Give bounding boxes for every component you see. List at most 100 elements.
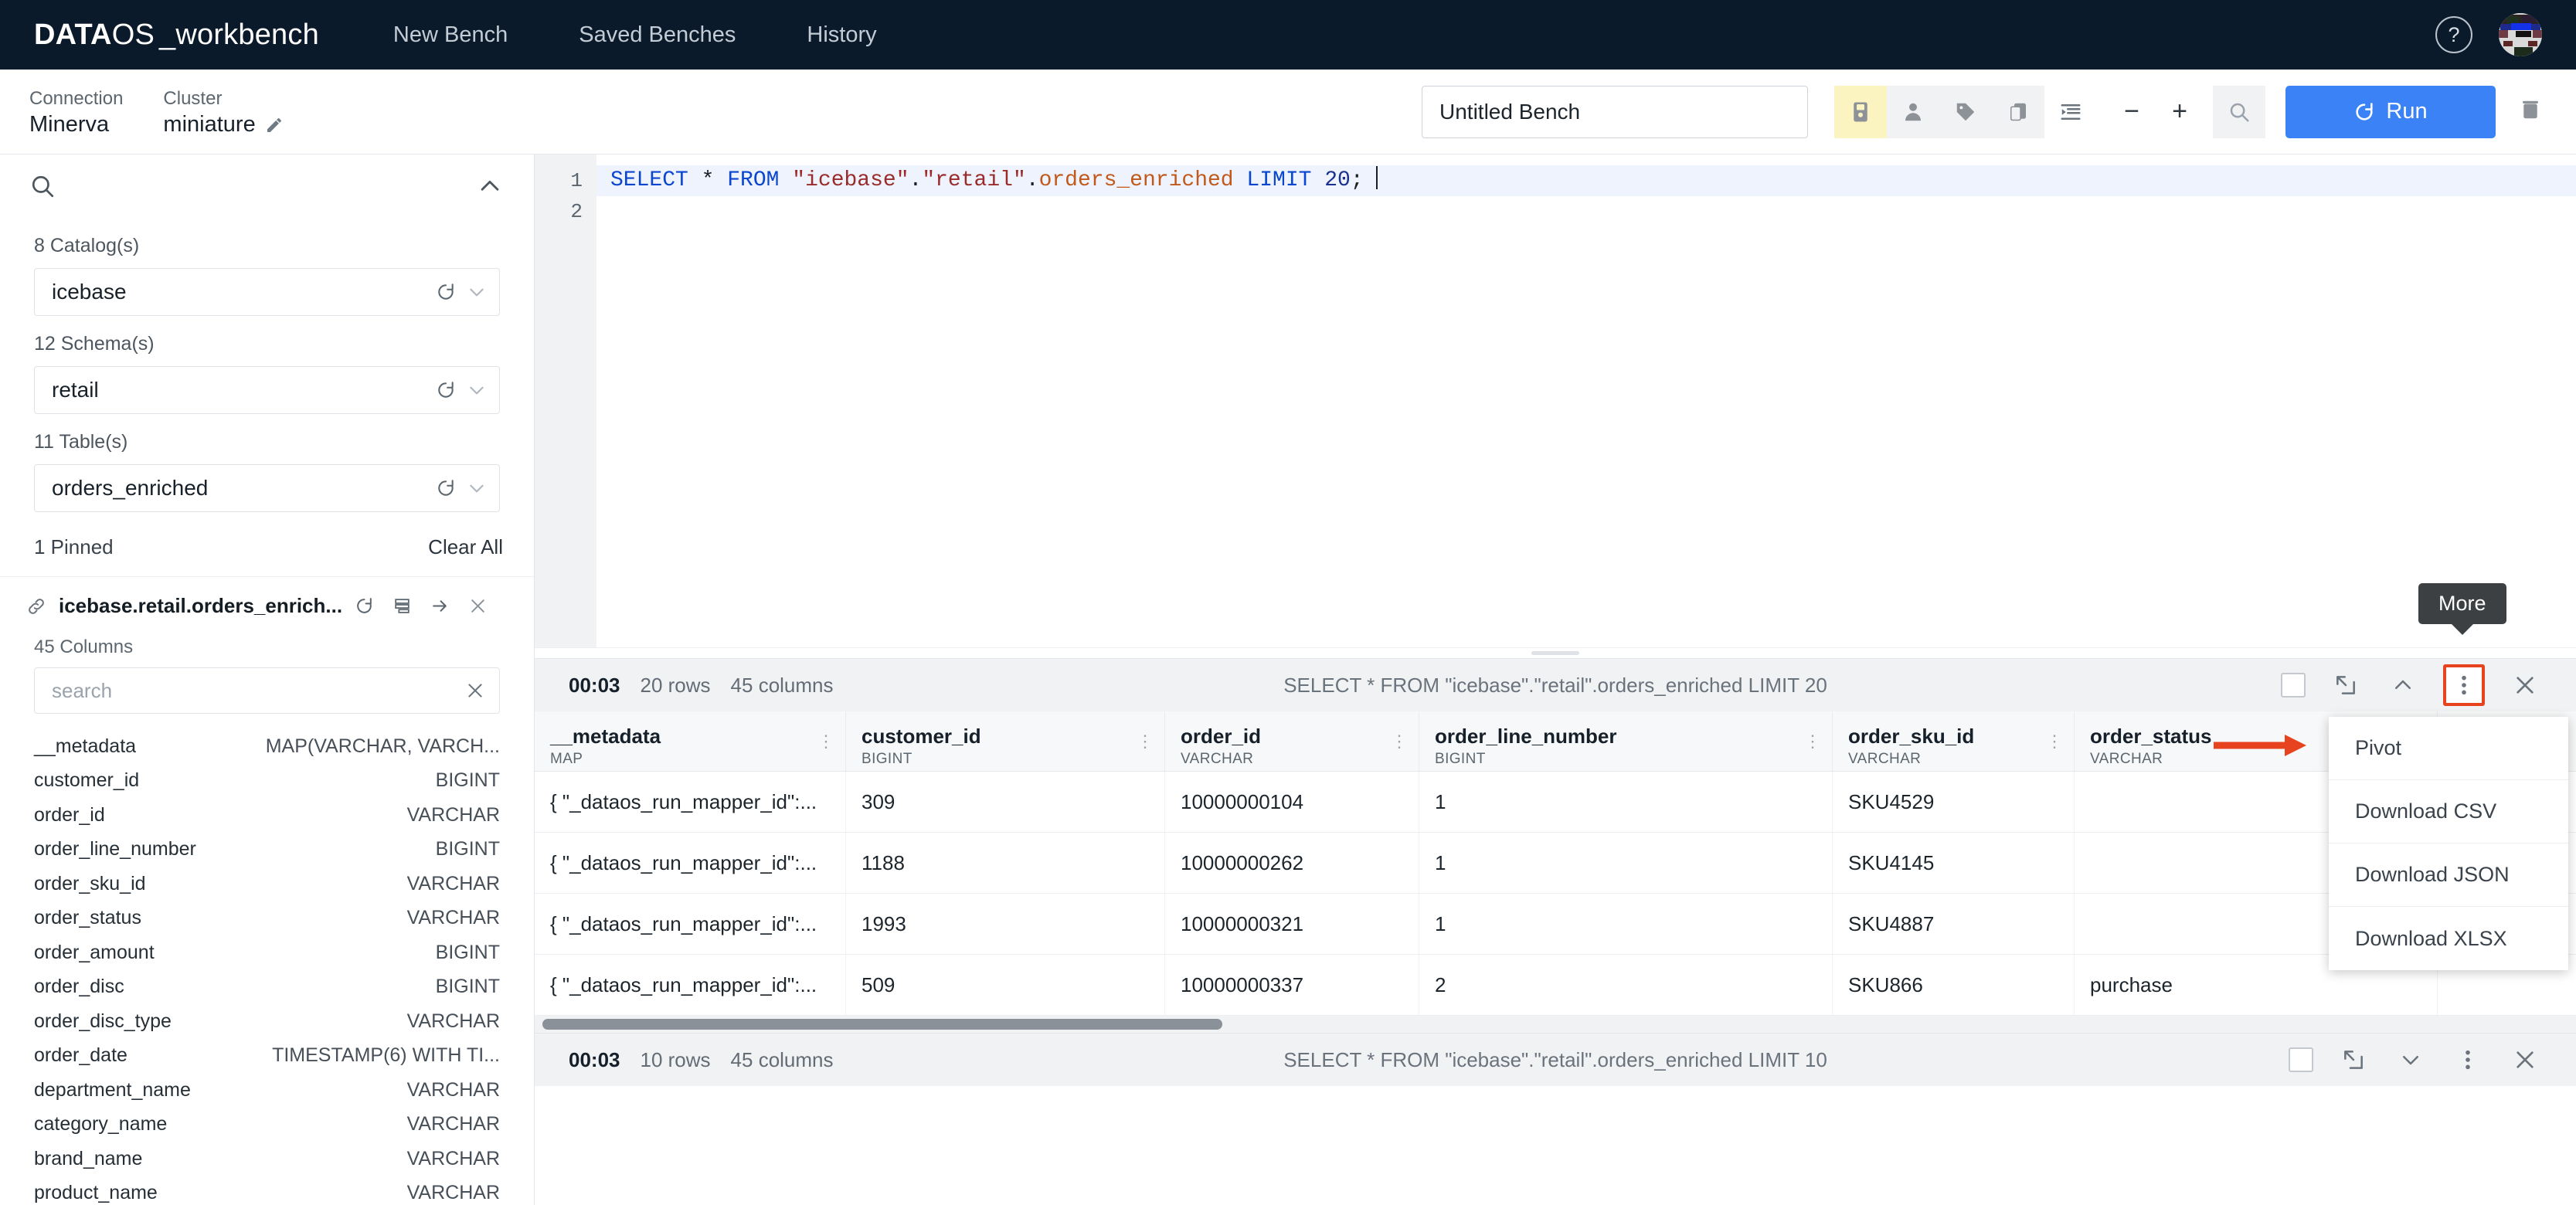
editor-code-area[interactable]: SELECT * FROM "icebase"."retail".orders_… (596, 154, 2576, 647)
menu-item-download-xlsx[interactable]: Download XLSX (2329, 907, 2568, 970)
table-row[interactable]: { "_dataos_run_mapper_id":... 1993 1000000… (535, 894, 2576, 955)
scrollbar-thumb[interactable] (542, 1019, 1222, 1030)
table-cell[interactable]: 10000000262 (1165, 833, 1419, 893)
tag-button[interactable] (1939, 85, 1992, 138)
sql-editor[interactable]: 1 2 SELECT * FROM "icebase"."retail".ord… (535, 154, 2576, 658)
format-sql-button[interactable] (2044, 86, 2097, 138)
table-cell[interactable]: 1 (1419, 894, 1833, 954)
result-1-collapse-icon[interactable] (2386, 668, 2420, 702)
column-list-item[interactable]: product_name VARCHAR (0, 1176, 534, 1205)
refresh-icon[interactable] (436, 478, 456, 498)
catalog-select[interactable]: icebase (34, 268, 500, 316)
result-1-close-icon[interactable] (2508, 668, 2542, 702)
nav-link-history[interactable]: History (807, 22, 876, 48)
table-column-header[interactable]: __metadata MAP ⋮ (535, 711, 846, 771)
app-logo[interactable]: DATAOS _workbench (34, 19, 319, 52)
column-menu-icon[interactable]: ⋮ (817, 732, 834, 749)
pencil-icon[interactable] (265, 116, 284, 134)
schema-select[interactable]: retail (34, 366, 500, 414)
editor-line-1[interactable]: SELECT * FROM "icebase"."retail".orders_… (596, 165, 2576, 196)
table-cell[interactable]: 309 (846, 772, 1165, 832)
column-list-item[interactable]: order_sku_id VARCHAR (0, 867, 534, 901)
menu-item-pivot[interactable]: Pivot (2329, 717, 2568, 780)
table-row[interactable]: { "_dataos_run_mapper_id":... 509 10000000… (535, 955, 2576, 1016)
chevron-down-icon[interactable] (467, 282, 487, 302)
result-2-close-icon[interactable] (2508, 1043, 2542, 1077)
refresh-icon[interactable] (355, 596, 374, 616)
refresh-icon[interactable] (436, 282, 456, 302)
refresh-icon[interactable] (436, 380, 456, 400)
result-2-expand-chevron-icon[interactable] (2394, 1043, 2428, 1077)
result-1-expand-icon[interactable] (2329, 668, 2363, 702)
table-cell[interactable]: 2 (1419, 955, 1833, 1015)
editor-line-2[interactable] (596, 196, 2576, 227)
run-button[interactable]: Run (2285, 85, 2496, 138)
chevron-up-icon[interactable] (477, 173, 503, 199)
column-list-item[interactable]: order_amount BIGINT (0, 935, 534, 970)
nav-link-saved-benches[interactable]: Saved Benches (579, 22, 736, 48)
arrow-right-icon[interactable] (430, 596, 450, 616)
column-list-item[interactable]: customer_id BIGINT (0, 764, 534, 799)
search-icon[interactable] (29, 173, 56, 199)
help-icon[interactable]: ? (2435, 16, 2472, 53)
column-menu-icon[interactable]: ⋮ (2046, 732, 2063, 749)
column-list-item[interactable]: order_status VARCHAR (0, 901, 534, 936)
connection-value[interactable]: Minerva (29, 112, 123, 137)
column-list-item[interactable]: brand_name VARCHAR (0, 1142, 534, 1176)
result-1-more-icon[interactable] (2443, 664, 2485, 706)
table-cell[interactable]: 1993 (846, 894, 1165, 954)
table-cell[interactable]: SKU4529 (1833, 772, 2075, 832)
column-menu-icon[interactable]: ⋮ (1804, 732, 1821, 749)
table-cell[interactable]: { "_dataos_run_mapper_id":... (535, 833, 846, 893)
clear-all-button[interactable]: Clear All (428, 535, 503, 559)
chevron-down-icon[interactable] (467, 478, 487, 498)
table-cell[interactable]: 10000000337 (1165, 955, 1419, 1015)
table-cell[interactable]: 10000000321 (1165, 894, 1419, 954)
column-list-item[interactable]: order_line_number BIGINT (0, 833, 534, 867)
column-list-item[interactable]: order_id VARCHAR (0, 798, 534, 833)
table-preview-icon[interactable] (393, 596, 412, 616)
bench-name-input[interactable] (1422, 85, 1808, 138)
table-cell[interactable]: 1 (1419, 833, 1833, 893)
table-row[interactable]: { "_dataos_run_mapper_id":... 1188 1000000… (535, 833, 2576, 894)
result-2-select-checkbox[interactable] (2289, 1047, 2313, 1072)
column-list-item[interactable]: order_date TIMESTAMP(6) WITH TI... (0, 1039, 534, 1074)
table-cell[interactable]: 509 (846, 955, 1165, 1015)
column-list-item[interactable]: order_disc BIGINT (0, 970, 534, 1005)
copy-button[interactable] (1992, 85, 2044, 138)
zoom-in-button[interactable]: + (2156, 97, 2204, 127)
table-select[interactable]: orders_enriched (34, 464, 500, 512)
table-cell[interactable]: { "_dataos_run_mapper_id":... (535, 772, 846, 832)
zoom-out-button[interactable]: − (2108, 97, 2156, 127)
menu-item-download-csv[interactable]: Download CSV (2329, 780, 2568, 844)
search-query-button[interactable] (2213, 85, 2265, 138)
table-cell[interactable]: 1188 (846, 833, 1165, 893)
table-column-header[interactable]: order_id VARCHAR ⋮ (1165, 711, 1419, 771)
column-search-box[interactable] (34, 667, 500, 714)
column-list-item[interactable]: __metadata MAP(VARCHAR, VARCH... (0, 729, 534, 764)
table-cell[interactable]: 10000000104 (1165, 772, 1419, 832)
save-button[interactable] (1834, 85, 1887, 138)
result-2-more-icon[interactable] (2451, 1043, 2485, 1077)
table-cell[interactable]: SKU4887 (1833, 894, 2075, 954)
pinned-item[interactable]: icebase.retail.orders_enrich... (0, 577, 534, 624)
delete-bench-button[interactable] (2519, 97, 2542, 127)
table-column-header[interactable]: order_sku_id VARCHAR ⋮ (1833, 711, 2075, 771)
column-list-item[interactable]: order_disc_type VARCHAR (0, 1004, 534, 1039)
result-1-horizontal-scrollbar[interactable] (535, 1016, 2576, 1033)
avatar[interactable] (2499, 13, 2542, 56)
column-menu-icon[interactable]: ⋮ (1137, 732, 1154, 749)
clear-search-icon[interactable] (465, 681, 485, 701)
column-menu-icon[interactable]: ⋮ (1391, 732, 1408, 749)
cluster-value[interactable]: miniature (163, 112, 283, 137)
table-column-header[interactable]: order_line_number BIGINT ⋮ (1419, 711, 1833, 771)
column-list-item[interactable]: category_name VARCHAR (0, 1108, 534, 1142)
table-column-header[interactable]: customer_id BIGINT ⋮ (846, 711, 1165, 771)
result-2-expand-icon[interactable] (2336, 1043, 2370, 1077)
result-1-select-checkbox[interactable] (2281, 673, 2306, 698)
table-row[interactable]: { "_dataos_run_mapper_id":... 309 10000000… (535, 772, 2576, 833)
column-list-item[interactable]: department_name VARCHAR (0, 1073, 534, 1108)
table-cell[interactable]: { "_dataos_run_mapper_id":... (535, 894, 846, 954)
table-cell[interactable]: SKU4145 (1833, 833, 2075, 893)
share-user-button[interactable] (1887, 85, 1939, 138)
